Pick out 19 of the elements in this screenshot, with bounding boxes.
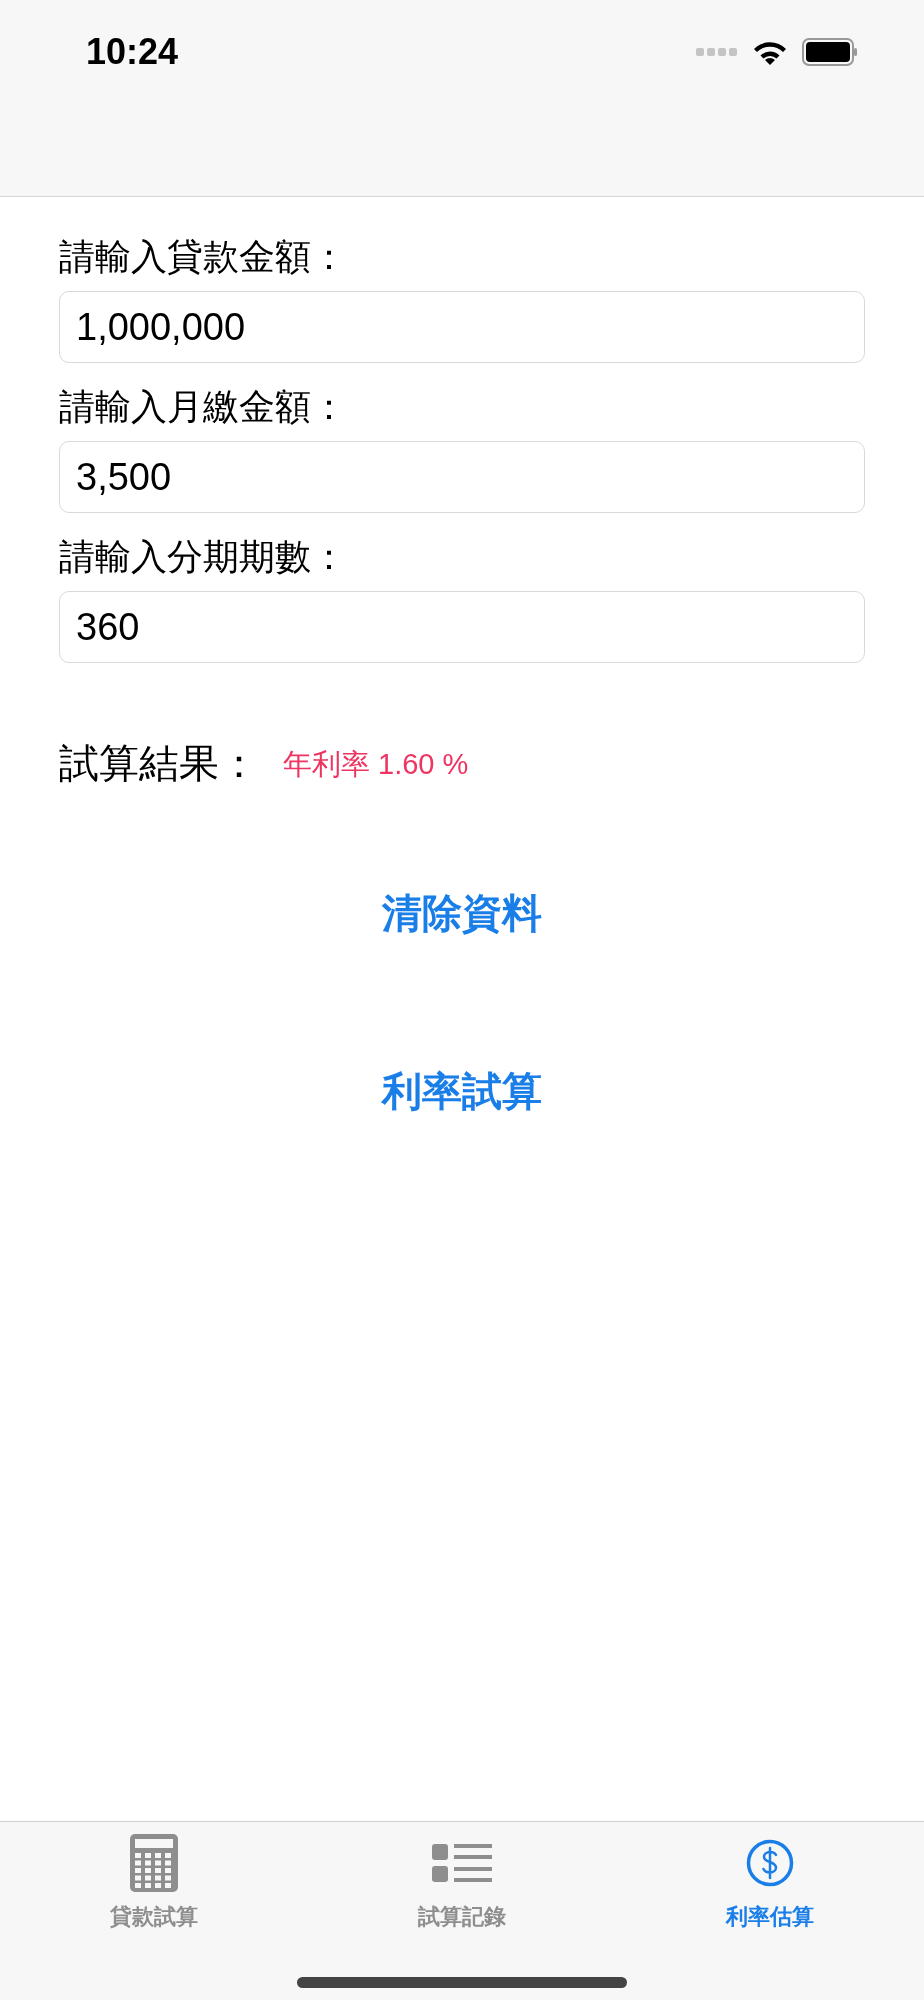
status-time: 10:24 xyxy=(86,30,179,74)
input-field[interactable]: 1,000,000 xyxy=(59,291,865,363)
field-label: 請輸入貸款金額： xyxy=(59,235,348,279)
clear-button[interactable]: 清除資料 xyxy=(382,883,542,943)
tab[interactable]: 貸款試算 xyxy=(0,1832,308,1933)
battery-icon xyxy=(802,38,858,66)
tab[interactable]: 試算記錄 xyxy=(308,1832,616,1933)
field-label: 請輸入月繳金額： xyxy=(59,385,348,429)
tab[interactable]: 利率估算 xyxy=(616,1832,924,1933)
input-field[interactable]: 360 xyxy=(59,591,865,663)
dollar-circle-icon xyxy=(746,1839,794,1887)
signal-icon xyxy=(696,47,738,57)
field-label: 請輸入分期期數： xyxy=(59,535,348,579)
input-field[interactable]: 3,500 xyxy=(59,441,865,513)
calculator-icon xyxy=(129,1833,179,1893)
list-icon xyxy=(432,1842,492,1884)
result-label: 試算結果： xyxy=(59,740,259,787)
calculate-button[interactable]: 利率試算 xyxy=(382,1061,542,1121)
result-value: 年利率 1.60 % xyxy=(283,747,469,783)
